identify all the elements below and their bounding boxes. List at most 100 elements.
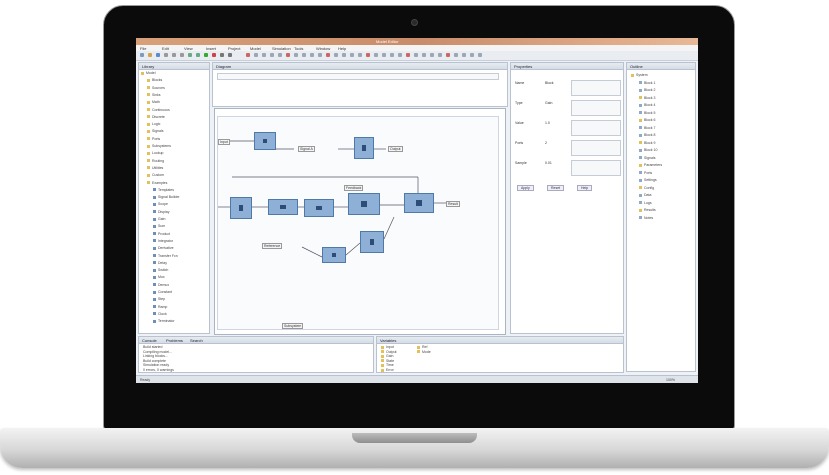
- library-item[interactable]: Demux: [153, 283, 169, 287]
- toolbar-extra-icon[interactable]: [406, 53, 410, 57]
- property-value[interactable]: Gain: [545, 101, 552, 105]
- library-item[interactable]: Terminator: [153, 319, 175, 323]
- library-item[interactable]: Signal Builder: [153, 195, 180, 199]
- toolbar-extra-icon[interactable]: [342, 53, 346, 57]
- library-item[interactable]: Sinks: [147, 93, 161, 97]
- tab-console[interactable]: Console: [142, 338, 157, 343]
- toolbar-extra-icon[interactable]: [414, 53, 418, 57]
- outline-item[interactable]: Block 4: [639, 103, 655, 107]
- block-3[interactable]: [230, 197, 252, 219]
- library-item[interactable]: Switch: [153, 268, 168, 272]
- toolbar-extra-icon[interactable]: [446, 53, 450, 57]
- property-value-field[interactable]: [571, 140, 621, 156]
- library-item[interactable]: Gain: [153, 217, 165, 221]
- save-icon[interactable]: [156, 53, 160, 57]
- library-item[interactable]: Discrete: [147, 115, 165, 119]
- toolbar-extra-icon[interactable]: [246, 53, 250, 57]
- toolbar-extra-icon[interactable]: [270, 53, 274, 57]
- library-item[interactable]: Model: [141, 71, 156, 75]
- variable-item[interactable]: Ref: [417, 345, 427, 349]
- copy-icon[interactable]: [172, 53, 176, 57]
- property-value[interactable]: 2: [545, 141, 547, 145]
- toolbar-extra-icon[interactable]: [390, 53, 394, 57]
- toolbar-extra-icon[interactable]: [366, 53, 370, 57]
- toolbar-extra-icon[interactable]: [302, 53, 306, 57]
- outline-item[interactable]: Data: [639, 193, 651, 197]
- run-icon[interactable]: [204, 53, 208, 57]
- tab-search[interactable]: Search: [190, 338, 203, 343]
- library-item[interactable]: Blocks: [147, 78, 162, 82]
- toolbar-extra-icon[interactable]: [454, 53, 458, 57]
- toolbar-extra-icon[interactable]: [470, 53, 474, 57]
- library-item[interactable]: Routing: [147, 159, 164, 163]
- library-item[interactable]: Templates: [153, 188, 174, 192]
- toolbar-extra-icon[interactable]: [374, 53, 378, 57]
- property-value[interactable]: Block: [545, 81, 554, 85]
- variable-item[interactable]: Time: [381, 363, 394, 367]
- variable-item[interactable]: Output: [381, 350, 397, 354]
- library-item[interactable]: Sources: [147, 86, 165, 90]
- variable-item[interactable]: Gain: [381, 354, 393, 358]
- outline-item[interactable]: Logs: [639, 201, 652, 205]
- zoom-in-icon[interactable]: [220, 53, 224, 57]
- tab-problems[interactable]: Problems: [166, 338, 183, 343]
- library-item[interactable]: Ports: [147, 137, 160, 141]
- outline-item[interactable]: Block 7: [639, 126, 655, 130]
- outline-item[interactable]: Block 10: [639, 148, 657, 152]
- outline-item[interactable]: Block 8: [639, 133, 655, 137]
- toolbar-extra-icon[interactable]: [478, 53, 482, 57]
- toolbar-extra-icon[interactable]: [294, 53, 298, 57]
- outline-item[interactable]: Block 3: [639, 96, 655, 100]
- library-item[interactable]: Mux: [153, 275, 165, 279]
- library-item[interactable]: Examples: [147, 181, 167, 185]
- variable-item[interactable]: Mode: [417, 350, 431, 354]
- outline-item[interactable]: Parameters: [639, 163, 662, 167]
- toolbar-extra-icon[interactable]: [462, 53, 466, 57]
- redo-icon[interactable]: [196, 53, 200, 57]
- outline-item[interactable]: Block 5: [639, 111, 655, 115]
- block-7[interactable]: [404, 193, 434, 213]
- library-item[interactable]: Continuous: [147, 108, 170, 112]
- outline-item[interactable]: Ports: [639, 171, 652, 175]
- new-icon[interactable]: [140, 53, 144, 57]
- library-item[interactable]: Display: [153, 210, 169, 214]
- toolbar-extra-icon[interactable]: [438, 53, 442, 57]
- library-item[interactable]: Product: [153, 232, 170, 236]
- properties-apply-button[interactable]: Apply: [517, 185, 534, 191]
- library-item[interactable]: Custom: [147, 173, 164, 177]
- toolbar-extra-icon[interactable]: [326, 53, 330, 57]
- property-value-field[interactable]: [571, 100, 621, 116]
- outline-item[interactable]: Notes: [639, 216, 653, 220]
- outline-item[interactable]: Settings: [639, 178, 657, 182]
- library-item[interactable]: Derivative: [153, 246, 174, 250]
- block-9[interactable]: [360, 231, 384, 253]
- toolbar-extra-icon[interactable]: [382, 53, 386, 57]
- toolbar-extra-icon[interactable]: [318, 53, 322, 57]
- toolbar-extra-icon[interactable]: [350, 53, 354, 57]
- library-item[interactable]: Integrator: [153, 239, 173, 243]
- library-item[interactable]: Signals: [147, 129, 163, 133]
- property-value[interactable]: 1.0: [545, 121, 550, 125]
- properties-help-button[interactable]: Help: [577, 185, 593, 191]
- block-6[interactable]: [348, 193, 380, 215]
- toolbar-extra-icon[interactable]: [358, 53, 362, 57]
- undo-icon[interactable]: [188, 53, 192, 57]
- outline-item[interactable]: Block 6: [639, 118, 655, 122]
- toolbar-extra-icon[interactable]: [422, 53, 426, 57]
- library-item[interactable]: Logic: [147, 122, 160, 126]
- outline-item[interactable]: Block 1: [639, 81, 655, 85]
- property-value-field[interactable]: [571, 120, 621, 136]
- library-item[interactable]: Math: [147, 100, 160, 104]
- library-item[interactable]: Delay: [153, 261, 167, 265]
- toolbar-extra-icon[interactable]: [286, 53, 290, 57]
- properties-reset-button[interactable]: Reset: [547, 185, 565, 191]
- toolbar-extra-icon[interactable]: [334, 53, 338, 57]
- toolbar-extra-icon[interactable]: [254, 53, 258, 57]
- library-item[interactable]: Transfer Fcn: [153, 254, 178, 258]
- outline-item[interactable]: Block 2: [639, 88, 655, 92]
- toolbar-extra-icon[interactable]: [262, 53, 266, 57]
- cut-icon[interactable]: [164, 53, 168, 57]
- outline-item[interactable]: Signals: [639, 156, 655, 160]
- paste-icon[interactable]: [180, 53, 184, 57]
- library-item[interactable]: Clock: [153, 312, 167, 316]
